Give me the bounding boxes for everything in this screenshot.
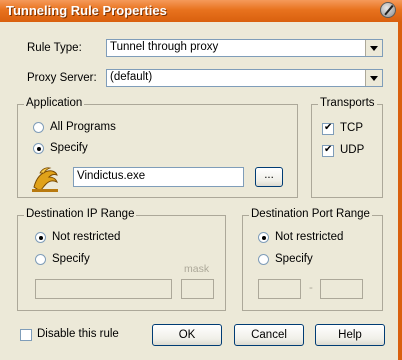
disable-rule-label: Disable this rule — [37, 328, 119, 340]
proxy-server-dropdown[interactable]: (default) — [106, 69, 383, 87]
specify-program-label: Specify — [50, 142, 88, 154]
port-specify-label: Specify — [275, 253, 313, 265]
ip-specify-label: Specify — [52, 253, 90, 265]
tcp-label: TCP — [340, 122, 363, 134]
all-programs-label: All Programs — [50, 121, 116, 133]
application-icon — [32, 167, 58, 192]
rule-type-dropdown[interactable]: Tunnel through proxy — [106, 39, 383, 57]
port-specify-radio[interactable] — [258, 254, 269, 265]
program-path-input[interactable]: Vindictus.exe — [73, 167, 244, 187]
udp-checkbox[interactable] — [322, 144, 334, 157]
all-programs-radio[interactable] — [33, 122, 44, 133]
port-to-input[interactable] — [320, 279, 363, 299]
port-range-separator: - — [309, 282, 313, 294]
tcp-checkbox[interactable] — [322, 122, 334, 135]
program-path-value: Vindictus.exe — [77, 170, 146, 182]
destination-port-group-title: Destination Port Range — [249, 208, 372, 220]
udp-label: UDP — [340, 144, 365, 156]
ip-specify-radio[interactable] — [35, 254, 46, 265]
specify-program-radio[interactable] — [33, 143, 44, 154]
chevron-down-icon[interactable] — [365, 40, 382, 56]
transports-group-title: Transports — [318, 97, 377, 109]
port-from-input[interactable] — [258, 279, 301, 299]
window-frame-edge — [398, 22, 402, 360]
help-button[interactable]: Help — [315, 324, 385, 346]
ip-mask-input[interactable] — [181, 279, 214, 299]
port-not-restricted-radio[interactable] — [258, 232, 269, 243]
ip-not-restricted-radio[interactable] — [35, 232, 46, 243]
rule-type-label: Rule Type: — [27, 42, 82, 54]
mask-label: mask — [184, 263, 210, 275]
ok-button[interactable]: OK — [152, 324, 222, 346]
tunneling-rule-dialog: Tunneling Rule Properties Rule Type: Tun… — [0, 0, 402, 360]
port-not-restricted-label: Not restricted — [275, 231, 344, 243]
ip-address-input[interactable] — [35, 279, 172, 299]
destination-ip-group-title: Destination IP Range — [24, 208, 137, 220]
close-icon[interactable] — [380, 2, 396, 18]
window-title: Tunneling Rule Properties — [6, 3, 167, 18]
disable-rule-checkbox[interactable] — [20, 329, 32, 341]
proxy-server-label: Proxy Server: — [27, 72, 97, 84]
title-bar[interactable]: Tunneling Rule Properties — [0, 0, 402, 22]
application-group-title: Application — [24, 97, 85, 109]
cancel-button[interactable]: Cancel — [234, 324, 304, 346]
proxy-server-value: (default) — [110, 71, 153, 83]
browse-button[interactable]: ... — [255, 167, 283, 187]
chevron-down-icon[interactable] — [365, 70, 382, 86]
ip-not-restricted-label: Not restricted — [52, 231, 121, 243]
rule-type-value: Tunnel through proxy — [110, 41, 219, 53]
